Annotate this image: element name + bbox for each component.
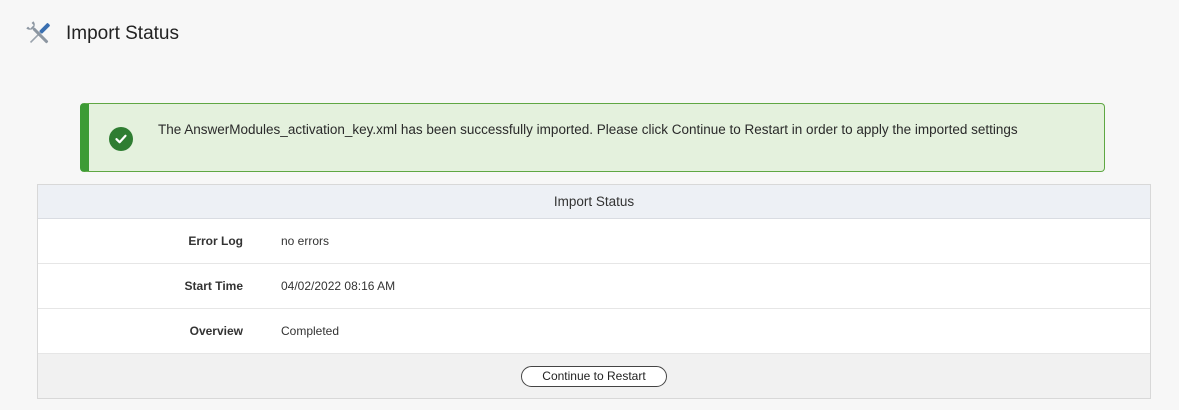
row-overview: Overview Completed [38,309,1150,354]
continue-to-restart-button[interactable]: Continue to Restart [521,365,667,387]
start-time-label: Start Time [184,279,243,293]
start-time-value: 04/02/2022 08:16 AM [281,279,396,293]
import-status-panel: Import Status Error Log no errors Start … [37,184,1151,399]
row-error-log: Error Log no errors [38,219,1150,264]
overview-label: Overview [189,324,243,338]
row-start-time: Start Time 04/02/2022 08:16 AM [38,264,1150,309]
success-alert: The AnswerModules_activation_key.xml has… [80,103,1105,172]
tools-icon [22,18,56,50]
check-circle-icon [109,127,133,151]
overview-value: Completed [281,324,340,338]
alert-message: The AnswerModules_activation_key.xml has… [158,122,1018,137]
page-header: Import Status [22,18,179,50]
error-log-value: no errors [281,234,330,248]
error-log-label: Error Log [188,234,243,248]
panel-title: Import Status [38,185,1150,219]
page-title: Import Status [66,23,179,44]
panel-footer: Continue to Restart [38,354,1150,398]
